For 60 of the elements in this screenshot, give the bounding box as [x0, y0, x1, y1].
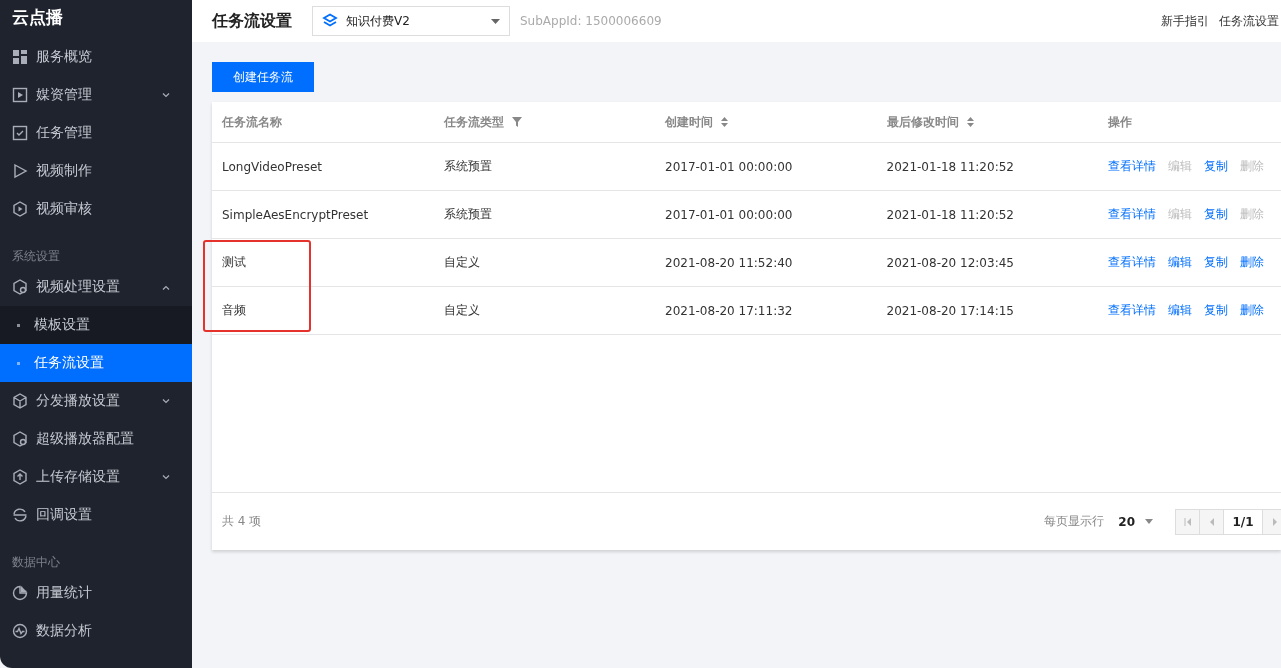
table-cell: 2021-08-20 11:52:40	[665, 255, 793, 270]
sidebar-item[interactable]: 超级播放器配置	[0, 420, 192, 458]
sidebar-item[interactable]: 数据分析	[0, 612, 192, 650]
table-cell: 自定义	[443, 254, 480, 271]
table-cell: 测试	[222, 254, 246, 271]
sidebar-item[interactable]: 任务管理	[0, 114, 192, 152]
table-cell: 2021-01-18 11:20:52	[886, 159, 1014, 174]
sidebar-item[interactable]: 媒资管理	[0, 76, 192, 114]
create-task-flow-button[interactable]: 创建任务流	[212, 62, 314, 92]
action-link[interactable]: 复制	[1204, 158, 1228, 175]
sidebar-item[interactable]: 视频审核	[0, 190, 192, 228]
table-cell: 2017-01-01 00:00:00	[665, 159, 793, 174]
action-link[interactable]: 编辑	[1168, 302, 1192, 319]
action-link[interactable]: 查看详情	[1108, 158, 1156, 175]
action-link[interactable]: 查看详情	[1108, 206, 1156, 223]
app-select[interactable]: 知识付费V2	[312, 6, 510, 36]
table-cell: 系统预置	[443, 158, 492, 175]
section-label: 数据中心	[11, 554, 61, 571]
total-count: 共 4 项	[222, 513, 263, 530]
sidebar-item[interactable]: 视频处理设置	[0, 268, 192, 306]
table-cell: 2021-08-20 17:14:15	[886, 303, 1014, 318]
sidebar-subitem[interactable]: 任务流设置	[0, 344, 192, 382]
table-cell: 2021-08-20 17:11:32	[665, 303, 793, 318]
action-link[interactable]: 删除	[1240, 302, 1264, 319]
column-header: 创建时间	[665, 113, 713, 131]
table-cell: LongVideoPreset	[222, 159, 323, 174]
sidebar-item[interactable]: 分发播放设置	[0, 382, 192, 420]
sidebar-subitem[interactable]: 模板设置	[0, 306, 192, 344]
table-cell: 音频	[222, 302, 246, 319]
column-header: 最后修改时间	[886, 113, 959, 131]
action-link[interactable]: 查看详情	[1108, 302, 1156, 319]
action-link[interactable]: 复制	[1204, 254, 1228, 271]
table-cell: 2021-01-18 11:20:52	[886, 207, 1014, 222]
column-header: 操作	[1108, 113, 1132, 131]
sidebar-item[interactable]: 上传存储设置	[0, 458, 192, 496]
header-link[interactable]: 任务流设置	[1219, 12, 1279, 30]
column-header: 任务流名称	[222, 113, 282, 131]
sidebar-item[interactable]: 服务概览	[0, 38, 192, 76]
table-cell: 2017-01-01 00:00:00	[665, 207, 793, 222]
sidebar-item[interactable]: 视频制作	[0, 152, 192, 190]
page-indicator: 1/1	[1231, 513, 1255, 531]
table-cell: 系统预置	[443, 206, 492, 223]
page-title: 任务流设置	[212, 10, 292, 32]
section-label: 系统设置	[11, 248, 61, 265]
table-cell: SimpleAesEncryptPreset	[222, 207, 369, 222]
header-link[interactable]: 新手指引	[1161, 12, 1209, 30]
table-cell: 自定义	[443, 302, 480, 319]
action-link[interactable]: 复制	[1204, 206, 1228, 223]
product-title: 云点播	[11, 6, 64, 29]
page-size-label: 每页显示行	[1044, 513, 1105, 530]
sub-app-id: SubAppId: 1500006609	[520, 14, 662, 28]
sidebar-item[interactable]: 回调设置	[0, 496, 192, 534]
page-size-select[interactable]: 20	[1118, 514, 1153, 529]
action-link[interactable]: 编辑	[1168, 254, 1192, 271]
sidebar-item[interactable]: 用量统计	[0, 574, 192, 612]
column-header: 任务流类型	[443, 113, 504, 131]
action-link[interactable]: 删除	[1240, 254, 1264, 271]
action-link[interactable]: 查看详情	[1108, 254, 1156, 271]
action-link[interactable]: 复制	[1204, 302, 1228, 319]
table-cell: 2021-08-20 12:03:45	[886, 255, 1014, 270]
